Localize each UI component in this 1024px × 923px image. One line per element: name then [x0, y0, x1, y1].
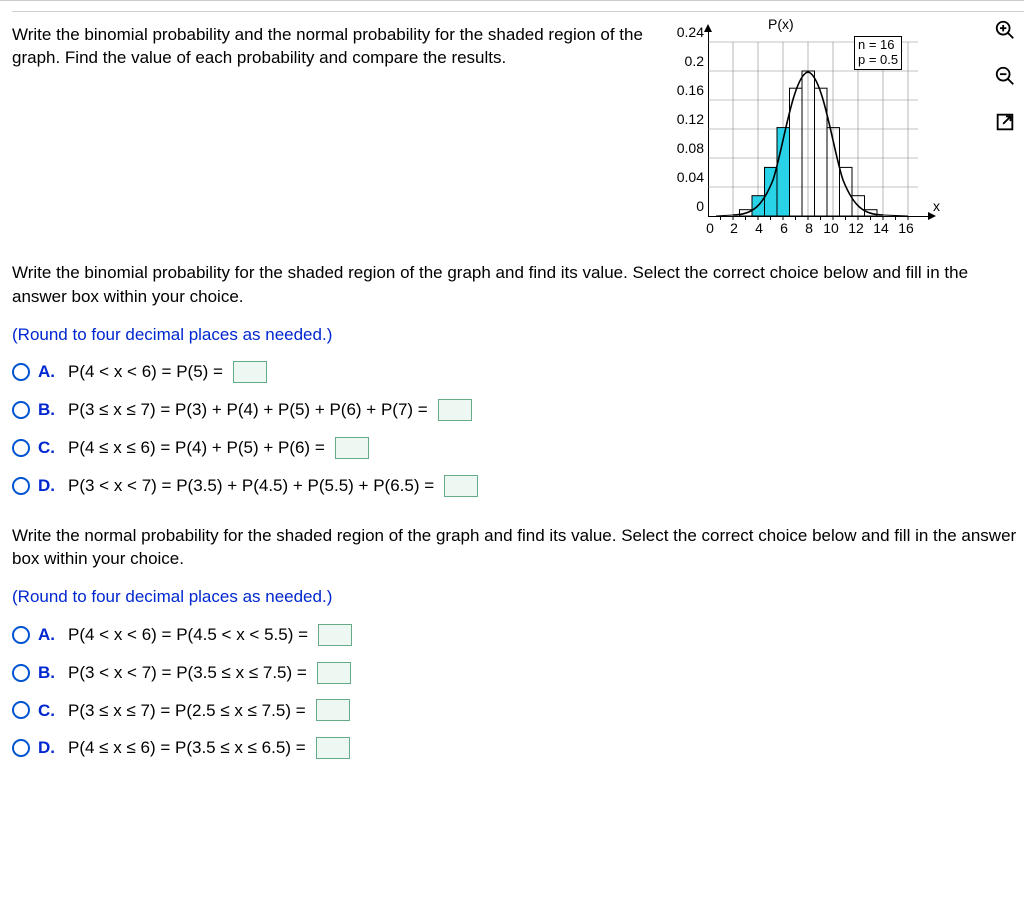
option-label-b: B. — [38, 398, 60, 422]
option-label-d: D. — [38, 474, 60, 498]
ytick: 0.16 — [664, 82, 704, 98]
xtick: 0 — [700, 220, 720, 236]
ytick: 0.2 — [664, 53, 704, 69]
q1-option-c-text: P(4 ≤ x ≤ 6) = P(4) + P(5) + P(6) = — [68, 436, 325, 460]
q2-option-a-text: P(4 < x < 6) = P(4.5 < x < 5.5) = — [68, 623, 308, 647]
option-label-d: D. — [38, 736, 60, 760]
option-label-b: B. — [38, 661, 60, 685]
xtick: 2 — [724, 220, 744, 236]
popout-button[interactable] — [992, 109, 1018, 135]
q1-prompt: Write the binomial probability for the s… — [12, 261, 1024, 309]
q2-answer-b[interactable] — [317, 662, 351, 684]
zoom-in-button[interactable] — [992, 17, 1018, 43]
xtick: 12 — [846, 220, 866, 236]
q2-answer-a[interactable] — [318, 624, 352, 646]
q2-option-b-text: P(3 < x < 7) = P(3.5 ≤ x ≤ 7.5) = — [68, 661, 307, 685]
q1-answer-a[interactable] — [233, 361, 267, 383]
option-label-a: A. — [38, 623, 60, 647]
q2-answer-c[interactable] — [316, 699, 350, 721]
q1-radio-b[interactable] — [12, 401, 30, 419]
option-label-c: C. — [38, 699, 60, 723]
q2-option-c-text: P(3 ≤ x ≤ 7) = P(2.5 ≤ x ≤ 7.5) = — [68, 699, 306, 723]
q2-radio-c[interactable] — [12, 701, 30, 719]
option-label-a: A. — [38, 360, 60, 384]
zoom-out-button[interactable] — [992, 63, 1018, 89]
ytick: 0 — [664, 198, 704, 214]
xtick: 4 — [749, 220, 769, 236]
q1-radio-c[interactable] — [12, 439, 30, 457]
q1-answer-b[interactable] — [438, 399, 472, 421]
problem-intro: Write the binomial probability and the n… — [12, 20, 652, 70]
xtick: 14 — [871, 220, 891, 236]
option-label-c: C. — [38, 436, 60, 460]
q1-option-d-text: P(3 < x < 7) = P(3.5) + P(4.5) + P(5.5) … — [68, 474, 434, 498]
q2-rounding-note: (Round to four decimal places as needed.… — [12, 585, 1024, 609]
q2-radio-b[interactable] — [12, 664, 30, 682]
q2-answer-d[interactable] — [316, 737, 350, 759]
ytick: 0.08 — [664, 140, 704, 156]
q1-option-b-text: P(3 ≤ x ≤ 7) = P(3) + P(4) + P(5) + P(6)… — [68, 398, 428, 422]
parameter-box: n = 16 p = 0.5 — [854, 36, 902, 70]
shaded-bars — [752, 128, 790, 216]
ytick: 0.12 — [664, 111, 704, 127]
q1-answer-c[interactable] — [335, 437, 369, 459]
q2-prompt: Write the normal probability for the sha… — [12, 524, 1024, 572]
xtick: 10 — [821, 220, 841, 236]
probability-chart: P(x) x 0.24 0.2 0.16 0.12 0.08 0.04 0 0 … — [664, 20, 954, 235]
q1-radio-a[interactable] — [12, 363, 30, 381]
q2-radio-d[interactable] — [12, 739, 30, 757]
ytick: 0.04 — [664, 169, 704, 185]
q1-option-a-text: P(4 < x < 6) = P(5) = — [68, 360, 223, 384]
ytick: 0.24 — [664, 24, 704, 40]
q1-radio-d[interactable] — [12, 477, 30, 495]
xtick: 16 — [896, 220, 916, 236]
q2-radio-a[interactable] — [12, 626, 30, 644]
q1-rounding-note: (Round to four decimal places as needed.… — [12, 323, 1024, 347]
q1-answer-d[interactable] — [444, 475, 478, 497]
xtick: 6 — [774, 220, 794, 236]
xtick: 8 — [799, 220, 819, 236]
q2-option-d-text: P(4 ≤ x ≤ 6) = P(3.5 ≤ x ≤ 6.5) = — [68, 736, 306, 760]
